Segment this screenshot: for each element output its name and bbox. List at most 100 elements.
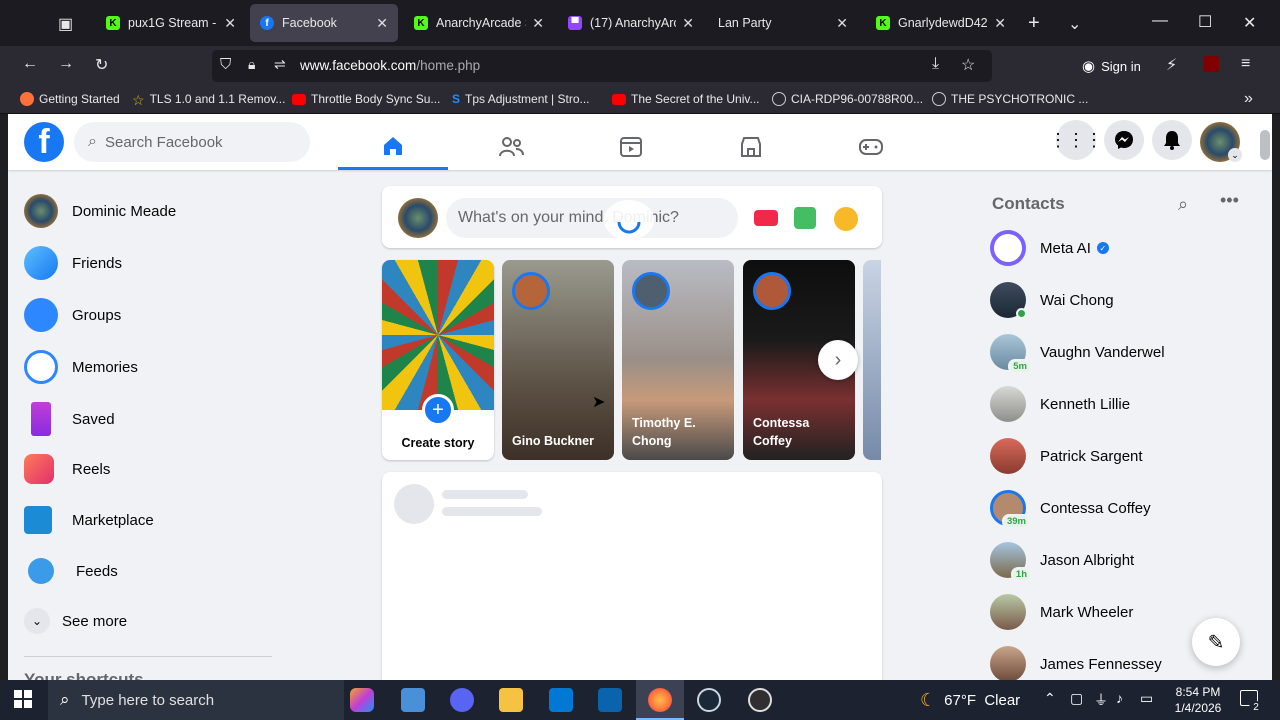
left-nav-groups[interactable]: Groups [24,298,121,332]
ublock-icon[interactable] [1203,56,1219,72]
bookmark-6[interactable]: CIA-RDP96-00788R00... [772,92,923,106]
back-icon[interactable]: ← [22,55,38,73]
nav-gaming[interactable] [816,124,926,170]
messenger-button[interactable] [1104,120,1144,160]
close-tab-icon[interactable]: ✕ [532,15,544,32]
show-hidden-icons[interactable]: ⌃ [1044,690,1056,707]
discord-icon[interactable] [450,688,474,712]
contact-item[interactable]: James Fennessey [990,646,1162,680]
nav-marketplace[interactable] [696,124,806,170]
story-card[interactable]: Timothy E. Chong [622,260,734,460]
left-nav-friends[interactable]: Friends [24,246,122,280]
account-chevron-icon[interactable]: ⌄ [1228,148,1242,162]
tab-6[interactable]: K GnarlydewdD420 St ✕ [866,4,1016,42]
story-card-partial[interactable] [863,260,881,460]
volume-icon[interactable]: ♪ [1116,690,1123,706]
left-nav-saved[interactable]: Saved [24,402,115,436]
left-nav-profile[interactable]: Dominic Meade [24,194,176,228]
permissions-icon[interactable]: ⇌ [274,56,286,73]
nav-video[interactable] [576,124,686,170]
microphone-icon[interactable]: ⏚ [1094,690,1108,710]
sign-in-button[interactable]: ◉ Sign in [1082,57,1141,75]
bookmark-star-icon[interactable]: ☆ [961,55,975,75]
maximize-icon[interactable]: ☐ [1198,12,1212,32]
tracking-protection-icon[interactable]: ⛉ [220,56,231,73]
microsoft-store-icon[interactable] [549,688,573,712]
contacts-more-icon[interactable]: ••• [1220,190,1239,211]
story-card[interactable]: Gino Buckner [502,260,614,460]
clock[interactable]: 8:54 PM 1/4/2026 [1170,684,1226,716]
network-icon[interactable]: ▭ [1140,690,1153,707]
steam-icon[interactable] [697,688,721,712]
left-nav-see-more[interactable]: ⌄ See more [24,608,127,634]
facebook-logo-icon[interactable]: f [24,122,64,162]
stories-next-button[interactable]: › [818,340,858,380]
outlook-icon[interactable] [598,688,622,712]
copilot-icon[interactable] [350,688,374,712]
minimize-icon[interactable]: — [1152,12,1168,30]
left-nav-feeds[interactable]: Feeds [24,558,118,584]
create-story-card[interactable]: + Create story [382,260,494,460]
bookmark-1[interactable]: Getting Started [20,92,120,106]
weather-widget[interactable]: ☾ 67°F Clear [920,690,1020,711]
firefox-icon[interactable] [648,688,672,712]
tab-4[interactable]: ▀ (17) AnarchyArcad ✕ [558,4,704,42]
contacts-search-icon[interactable]: ⌕ [1178,194,1188,215]
contact-item[interactable]: Meta AI ✓ [990,230,1109,266]
notifications-button[interactable] [1152,120,1192,160]
nav-friends[interactable] [456,124,566,170]
tab-5[interactable]: Lan Party ✕ [708,4,858,42]
close-tab-icon[interactable]: ✕ [376,15,388,32]
composer-input[interactable]: What's on your mind, Dominic? [446,198,738,238]
more-bookmarks-icon[interactable]: » [1244,90,1253,108]
close-tab-icon[interactable]: ✕ [224,15,236,32]
bookmark-7[interactable]: THE PSYCHOTRONIC ... [932,92,1088,106]
tab-3[interactable]: K AnarchyArcade St ✕ [404,4,554,42]
file-manager-icon[interactable] [401,688,425,712]
taskbar-search-box[interactable]: ⌕ Type here to search [48,680,344,720]
close-tab-icon[interactable]: ✕ [836,15,848,32]
contact-item[interactable]: 1h Jason Albright [990,542,1134,582]
tab-overview-icon[interactable]: ▣ [58,14,73,34]
fb-search-box[interactable]: ⌕ Search Facebook [74,122,310,162]
obs-icon[interactable] [748,688,772,712]
menu-icon[interactable]: ≡ [1241,55,1250,73]
list-tabs-icon[interactable]: ⌄ [1068,14,1081,34]
contact-item[interactable]: Mark Wheeler [990,594,1133,630]
bookmark-4[interactable]: S Tps Adjustment | Stro... [452,92,590,106]
scrollbar[interactable] [1260,130,1270,160]
bookmark-2[interactable]: ☆ TLS 1.0 and 1.1 Remov... [132,92,285,108]
nav-home[interactable] [338,124,448,170]
left-nav-memories[interactable]: Memories [24,350,138,384]
close-tab-icon[interactable]: ✕ [994,15,1006,32]
feeling-icon[interactable] [834,207,858,231]
new-message-button[interactable]: ✎ [1192,618,1240,666]
new-tab-icon[interactable]: + [1028,12,1040,35]
bookmark-3[interactable]: Throttle Body Sync Su... [292,92,440,106]
contact-item[interactable]: Wai Chong [990,282,1114,319]
tab-1[interactable]: K pux1G Stream - W ✕ [96,4,246,42]
file-explorer-icon[interactable] [499,688,523,712]
tab-2[interactable]: f Facebook ✕ [250,4,398,42]
close-tab-icon[interactable]: ✕ [682,15,694,32]
live-video-icon[interactable] [754,210,778,226]
tray-icon[interactable]: ▢ [1070,690,1083,707]
menu-grid-button[interactable]: ⋮⋮⋮ [1049,120,1103,160]
contact-item[interactable]: Patrick Sargent [990,438,1143,474]
composer-avatar[interactable] [398,198,438,238]
bookmark-5[interactable]: The Secret of the Univ... [612,92,760,106]
contact-item[interactable]: 5m Vaughn Vanderwel [990,334,1165,374]
windows-start-icon[interactable] [14,690,32,708]
save-page-icon[interactable]: ⤓ [932,55,939,73]
video-icon [620,137,642,157]
forward-icon[interactable]: → [58,55,74,73]
extensions-icon[interactable]: ⚡︎ [1166,55,1177,75]
contact-item[interactable]: 39m Contessa Coffey [990,490,1151,529]
left-nav-reels[interactable]: Reels [24,454,110,484]
lock-icon[interactable]: 🔒︎ [248,56,255,73]
reload-icon[interactable]: ↻ [95,55,108,75]
close-window-icon[interactable]: ✕ [1243,13,1256,33]
left-nav-marketplace[interactable]: Marketplace [24,506,154,534]
photo-video-icon[interactable] [794,207,816,229]
contact-item[interactable]: Kenneth Lillie [990,386,1130,422]
